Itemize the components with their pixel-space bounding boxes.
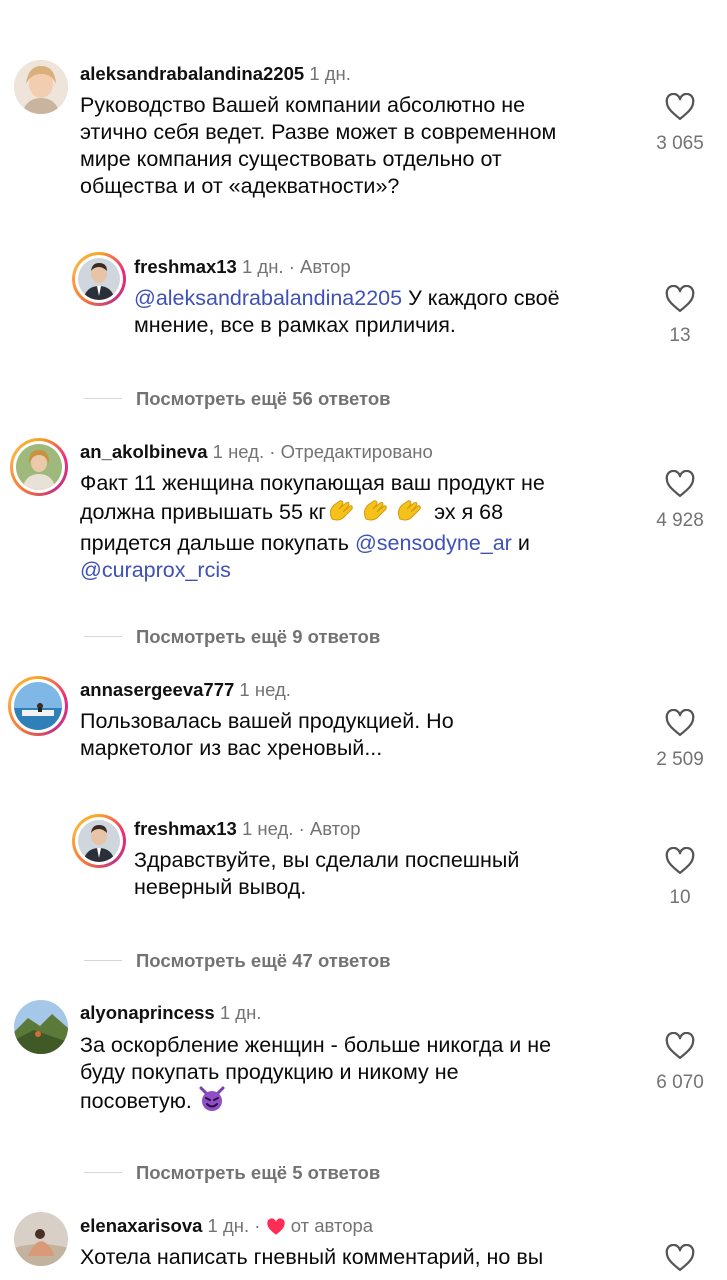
view-replies-button[interactable]: Посмотреть ещё 5 ответов <box>136 1162 380 1184</box>
username[interactable]: alyonaprincess <box>80 1002 215 1023</box>
heart-icon[interactable] <box>665 709 695 737</box>
comment-header: freshmax13 1 дн. · Автор <box>134 256 351 278</box>
avatar[interactable] <box>14 1000 68 1054</box>
comment-text: @aleksandrabalandina2205 У каждого своё … <box>134 286 560 337</box>
like-count: 10 <box>669 887 691 908</box>
divider <box>84 1172 122 1173</box>
like-count: 13 <box>669 325 691 346</box>
like-count: 4 928 <box>656 510 704 531</box>
timestamp: 1 дн. <box>207 1215 250 1236</box>
smiling-devil-icon <box>198 1086 226 1119</box>
comment-header: freshmax13 1 нед. · Автор <box>134 818 361 840</box>
timestamp: 1 нед. <box>212 441 265 462</box>
comment-header: aleksandrabalandina2205 1 дн. <box>80 63 351 85</box>
avatar[interactable] <box>10 438 68 496</box>
timestamp: 1 нед. <box>241 818 294 839</box>
avatar[interactable] <box>72 252 126 306</box>
comment-header: elenaxarisova 1 дн. · от автора <box>80 1215 373 1241</box>
comment-text: Здравствуйте, вы сделали поспешный невер… <box>134 848 520 899</box>
username[interactable]: elenaxarisova <box>80 1215 202 1236</box>
timestamp: 1 дн. <box>241 256 284 277</box>
heart-icon[interactable] <box>665 285 695 313</box>
mention-link[interactable]: @curaprox_rcis <box>80 558 231 582</box>
comment-text: Руководство Вашей компании абсолютно не … <box>80 93 557 198</box>
like-count: 3 065 <box>656 133 704 154</box>
username[interactable]: freshmax13 <box>134 818 237 839</box>
edited-label: Отредактировано <box>280 441 433 462</box>
like-count: 2 509 <box>656 749 704 770</box>
avatar[interactable] <box>14 60 68 114</box>
view-replies-button[interactable]: Посмотреть ещё 9 ответов <box>136 626 380 648</box>
red-heart-icon <box>266 1218 286 1241</box>
separator: · <box>288 256 295 277</box>
like-count: 6 070 <box>656 1072 704 1093</box>
username[interactable]: an_akolbineva <box>80 441 208 462</box>
heart-icon[interactable] <box>665 847 695 875</box>
mention-link[interactable]: @aleksandrabalandina2205 <box>134 286 402 310</box>
divider <box>84 398 122 399</box>
separator: · <box>298 818 305 839</box>
heart-icon[interactable] <box>665 1032 695 1060</box>
comment-text: Хотела написать гневный комментарий, но … <box>80 1245 544 1269</box>
separator: · <box>254 1215 261 1236</box>
mention-link[interactable]: @sensodyne_ar <box>355 531 512 555</box>
username[interactable]: annasergeeva777 <box>80 679 234 700</box>
author-badge: Автор <box>309 818 361 839</box>
avatar[interactable] <box>72 814 126 868</box>
view-replies-button[interactable]: Посмотреть ещё 56 ответов <box>136 388 391 410</box>
clapping-hands-icon <box>326 497 428 530</box>
heart-icon[interactable] <box>665 470 695 498</box>
timestamp: 1 дн. <box>219 1002 262 1023</box>
heart-icon[interactable] <box>665 93 695 121</box>
liked-by-author-label: от автора <box>290 1215 374 1236</box>
heart-icon[interactable] <box>665 1244 695 1272</box>
avatar[interactable] <box>14 1212 68 1266</box>
username[interactable]: aleksandrabalandina2205 <box>80 63 304 84</box>
separator: · <box>269 441 276 462</box>
comment-text: Факт 11 женщина покупающая ваш продукт н… <box>80 471 545 582</box>
author-badge: Автор <box>300 256 351 277</box>
avatar[interactable] <box>8 676 68 736</box>
username[interactable]: freshmax13 <box>134 256 237 277</box>
divider <box>84 960 122 961</box>
comment-header: annasergeeva777 1 нед. <box>80 679 291 701</box>
comment-text: За оскорбление женщин - больше никогда и… <box>80 1032 660 1119</box>
comment-header: alyonaprincess 1 дн. <box>80 1002 261 1024</box>
comment-text: Пользовалась вашей продукцией. Но маркет… <box>80 709 454 760</box>
comment-header: an_akolbineva 1 нед. · Отредактировано <box>80 441 433 463</box>
timestamp: 1 нед. <box>239 679 291 700</box>
view-replies-button[interactable]: Посмотреть ещё 47 ответов <box>136 950 391 972</box>
divider <box>84 636 122 637</box>
timestamp: 1 дн. <box>309 63 351 84</box>
